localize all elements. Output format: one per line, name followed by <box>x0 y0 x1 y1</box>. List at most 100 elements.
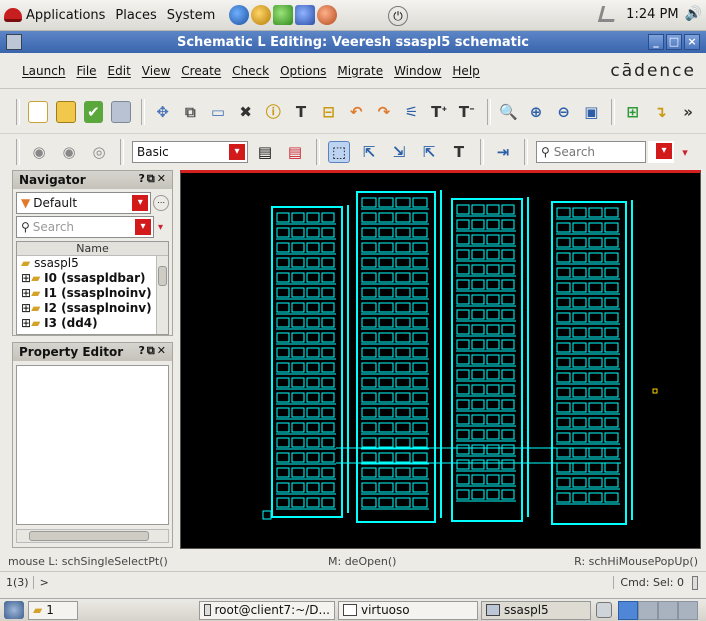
property-scroll-thumb[interactable] <box>29 531 149 541</box>
browser-launcher-icon[interactable] <box>229 5 250 25</box>
notes-launcher-icon[interactable] <box>273 5 294 25</box>
workspace-pager[interactable] <box>618 600 698 620</box>
network-icon[interactable] <box>598 6 619 22</box>
select-pin-icon[interactable]: ⇲ <box>388 141 410 163</box>
menu-view[interactable]: View <box>142 64 170 78</box>
resize-grip[interactable] <box>692 576 698 590</box>
check-save-icon[interactable]: ✔ <box>83 100 104 123</box>
menu-create[interactable]: Create <box>181 64 221 78</box>
menu-help[interactable]: Help <box>452 64 479 78</box>
redo-icon[interactable]: ↷ <box>374 101 394 123</box>
zoom-in-icon[interactable]: ⊕ <box>526 101 546 123</box>
tree-scrollbar[interactable] <box>156 256 168 334</box>
workspace-load-icon[interactable]: ▤ <box>284 141 306 163</box>
workspace-switcher[interactable]: ▰ 1 <box>28 600 78 620</box>
tree-item[interactable]: ⊞▰ I0 (ssaspldbar) <box>21 271 168 286</box>
presentation-launcher-icon[interactable] <box>317 5 338 25</box>
close-button[interactable]: × <box>684 34 700 50</box>
tree-item-root[interactable]: ▰ ssaspl5 <box>21 256 168 271</box>
tree-item[interactable]: ⊞▰ I3 (dd4) <box>21 316 168 331</box>
maximize-button[interactable]: □ <box>666 34 682 50</box>
expand-icon[interactable]: ⊞ <box>21 271 31 285</box>
toolbar-search-input[interactable]: ⚲ Search <box>536 141 646 163</box>
pager-workspace-2[interactable] <box>638 600 658 620</box>
open-icon[interactable] <box>55 100 76 123</box>
chevron-down-icon[interactable]: ▾ <box>135 219 151 235</box>
toolbar-overflow-icon[interactable]: » <box>678 101 698 123</box>
tree-item[interactable]: ⊞▰ I1 (ssasplnoinv) <box>21 286 168 301</box>
applications-menu[interactable]: Applications <box>4 8 105 23</box>
property-hscrollbar[interactable] <box>16 529 169 543</box>
select-mode-icon[interactable]: ⬚ <box>328 141 350 163</box>
probe-icon[interactable]: ⇥ <box>492 141 514 163</box>
text-icon[interactable]: T <box>291 101 311 123</box>
panel-controls[interactable]: ?⧉✕ <box>139 344 168 358</box>
trash-icon[interactable] <box>596 602 612 618</box>
places-menu[interactable]: Places <box>115 8 156 23</box>
search-menu-icon[interactable]: ▾ <box>674 141 696 163</box>
workspace-select[interactable]: Basic ▾ <box>132 141 248 163</box>
navigator-search-input[interactable]: ⚲ Search ▾ <box>16 216 154 238</box>
zoom-out-icon[interactable]: ⊖ <box>554 101 574 123</box>
tree-item[interactable]: ⊞▰ I2 (ssasplnoinv) <box>21 301 168 316</box>
undo-icon[interactable]: ↶ <box>346 101 366 123</box>
filter-options-icon[interactable]: … <box>153 195 169 211</box>
zoom-box-icon[interactable]: ▣ <box>581 101 601 123</box>
tree-column-header[interactable]: Name <box>17 242 168 256</box>
chevron-down-icon[interactable]: ▾ <box>229 144 245 160</box>
pin-down-icon[interactable]: Tᐨ <box>457 101 477 123</box>
descend-icon[interactable]: ↴ <box>651 101 671 123</box>
pager-workspace-4[interactable] <box>678 600 698 620</box>
task-virtuoso[interactable]: virtuoso <box>338 600 478 620</box>
move-icon[interactable]: ✥ <box>153 101 173 123</box>
forward-icon[interactable]: ◉ <box>58 141 80 163</box>
menu-migrate[interactable]: Migrate <box>337 64 383 78</box>
wire-icon[interactable]: ⚟ <box>402 101 422 123</box>
chevron-down-icon[interactable]: ▾ <box>132 195 149 211</box>
panel-controls[interactable]: ?⧉✕ <box>139 172 168 186</box>
clock[interactable]: 1:24 PM <box>626 7 678 22</box>
schematic-canvas[interactable] <box>180 170 701 549</box>
menu-check[interactable]: Check <box>232 64 269 78</box>
instance-icon[interactable]: ⊟ <box>319 101 339 123</box>
add-pin-icon[interactable]: ⊞ <box>623 101 643 123</box>
minimize-button[interactable]: _ <box>648 34 664 50</box>
power-icon[interactable]: ⏻ <box>388 6 408 26</box>
workspace-save-icon[interactable]: ▤ <box>254 141 276 163</box>
expand-icon[interactable]: ⊞ <box>21 286 31 300</box>
office-launcher-icon[interactable] <box>295 5 316 25</box>
menu-options[interactable]: Options <box>280 64 326 78</box>
search-options-button[interactable]: ▾ <box>648 141 674 163</box>
menu-launch[interactable]: Launch <box>22 64 65 78</box>
pin-up-icon[interactable]: Tᐩ <box>429 101 449 123</box>
chevron-down-icon[interactable]: ▾ <box>656 143 672 159</box>
property-editor-body[interactable] <box>16 365 169 525</box>
mail-launcher-icon[interactable] <box>251 5 272 25</box>
volume-icon[interactable]: 🔊 <box>685 6 702 22</box>
copy-icon[interactable]: ⧉ <box>181 101 201 123</box>
expand-icon[interactable]: ⊞ <box>21 316 31 330</box>
select-net-icon[interactable]: ⇱ <box>358 141 380 163</box>
pager-workspace-3[interactable] <box>658 600 678 620</box>
menu-file[interactable]: File <box>76 64 96 78</box>
back-icon[interactable]: ◉ <box>28 141 50 163</box>
stop-icon[interactable]: ◎ <box>88 141 110 163</box>
task-ssaspl5[interactable]: ssaspl5 <box>481 600 591 620</box>
stretch-icon[interactable]: ▭ <box>208 101 228 123</box>
info-icon[interactable]: ⓘ <box>263 101 283 123</box>
pager-workspace-1[interactable] <box>618 600 638 620</box>
select-text-icon[interactable]: T <box>448 141 470 163</box>
zoom-fit-icon[interactable]: 🔍 <box>499 101 519 123</box>
new-icon[interactable] <box>27 100 48 123</box>
select-inst-icon[interactable]: ⇱ <box>418 141 440 163</box>
tree-scroll-thumb[interactable] <box>158 266 167 286</box>
navigator-filter-select[interactable]: ▼ Default ▾ <box>16 192 152 214</box>
task-terminal[interactable]: root@client7:~/D... <box>199 600 335 620</box>
chevron-down-icon[interactable]: ▾ <box>158 222 163 233</box>
delete-icon[interactable]: ✖ <box>236 101 256 123</box>
menu-edit[interactable]: Edit <box>108 64 131 78</box>
menu-window[interactable]: Window <box>394 64 441 78</box>
show-desktop-icon[interactable] <box>4 601 24 619</box>
system-menu[interactable]: System <box>167 8 215 23</box>
schematic-drawing[interactable] <box>181 173 700 547</box>
